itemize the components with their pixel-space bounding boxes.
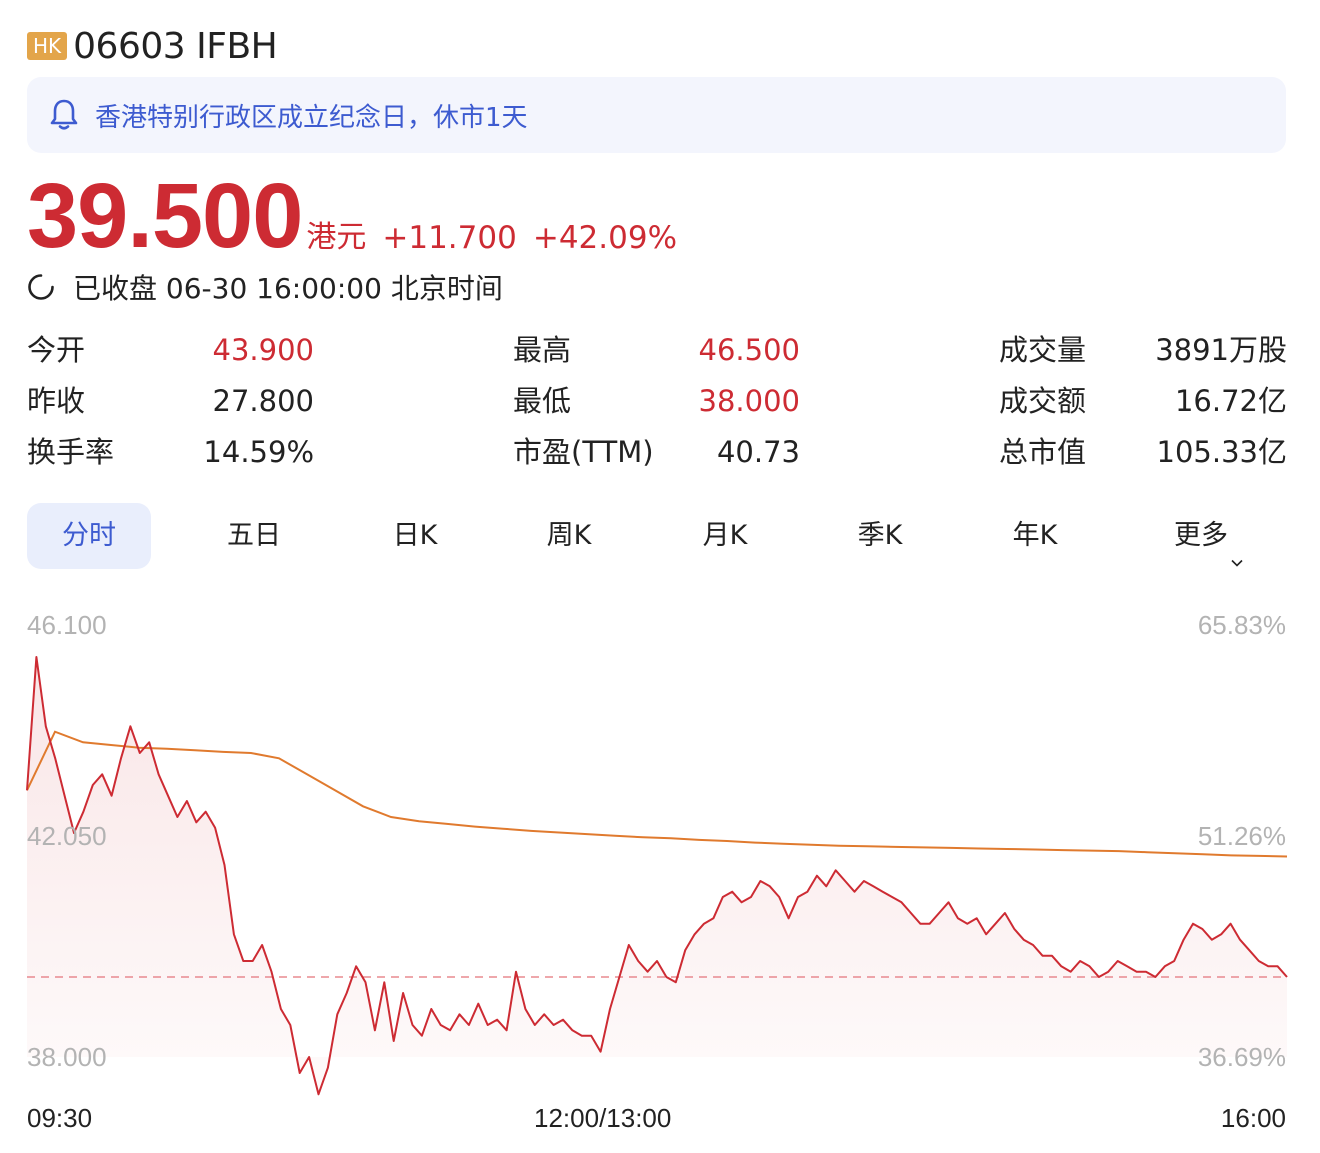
stat-open-value: 43.900 — [212, 333, 314, 367]
stat-high-value: 46.500 — [698, 333, 800, 367]
stat-low-value: 38.000 — [698, 384, 800, 418]
stats-row: 换手率 14.59% 市盈(TTM) 40.73 总市值 105.33亿 — [27, 430, 1287, 481]
intraday-chart[interactable]: 46.100 42.050 38.000 65.83% 51.26% 36.69… — [0, 580, 1320, 1153]
x-label-midday: 12:00/13:00 — [534, 1103, 672, 1133]
tab-more[interactable]: 更多 — [1161, 503, 1257, 569]
stat-open-label: 今开 — [27, 333, 86, 367]
y-label-right-mid: 51.26% — [1197, 821, 1286, 851]
stat-prev-close-label: 昨收 — [27, 384, 86, 418]
stat-low-label: 最低 — [513, 384, 572, 418]
stat-market-cap-label: 总市值 — [999, 435, 1087, 469]
y-label-left-top: 46.100 — [27, 610, 107, 640]
status-text: 已收盘 06-30 16:00:00 北京时间 — [73, 272, 503, 305]
bell-icon — [49, 98, 79, 132]
chart-period-tabs: 分时 五日 日K 周K 月K 季K 年K 更多 — [27, 503, 1287, 569]
tab-monthly-k[interactable]: 月K — [685, 503, 765, 569]
stat-turnover-rate-value: 14.59% — [203, 435, 314, 469]
tab-daily-k[interactable]: 日K — [377, 503, 453, 569]
intraday-chart-svg — [26, 656, 1288, 1096]
notice-text: 香港特别行政区成立纪念日，休市1天 — [95, 102, 528, 133]
tab-quarterly-k[interactable]: 季K — [840, 503, 920, 569]
tab-more-label: 更多 — [1174, 520, 1228, 551]
quote-stats: 今开 43.900 最高 46.500 成交量 3891万股 昨收 27.800… — [27, 328, 1287, 481]
price-row: 39.500 港元 +11.700 +42.09% — [27, 166, 677, 262]
y-label-right-bottom: 36.69% — [1197, 1042, 1286, 1072]
x-label-open: 09:30 — [27, 1103, 93, 1133]
last-price: 39.500 — [27, 165, 303, 267]
chevron-down-icon — [1230, 529, 1244, 567]
stat-pe-value: 40.73 — [716, 435, 800, 469]
stat-turnover-label: 成交额 — [999, 384, 1087, 418]
stats-row: 昨收 27.800 最低 38.000 成交额 16.72亿 — [27, 379, 1287, 430]
tab-five-day[interactable]: 五日 — [221, 503, 287, 569]
tab-weekly-k[interactable]: 周K — [529, 503, 609, 569]
stat-volume-label: 成交量 — [999, 333, 1087, 367]
price-change: +11.700 — [382, 220, 517, 256]
stat-turnover-rate-label: 换手率 — [27, 435, 115, 469]
price-change-percent: +42.09% — [532, 220, 678, 256]
stock-header: HK 06603 IFBH — [27, 25, 278, 67]
stat-prev-close-value: 27.800 — [212, 384, 314, 418]
stat-high-label: 最高 — [513, 333, 572, 367]
tab-intraday[interactable]: 分时 — [27, 503, 151, 569]
y-label-left-bottom: 38.000 — [27, 1042, 107, 1072]
currency: 港元 — [306, 220, 367, 255]
stock-title: 06603 IFBH — [73, 25, 278, 67]
clock-icon — [27, 273, 55, 301]
y-label-left-mid: 42.050 — [27, 821, 107, 851]
y-label-right-top: 65.83% — [1197, 610, 1286, 640]
market-status: 已收盘 06-30 16:00:00 北京时间 — [27, 270, 503, 305]
market-badge: HK — [27, 32, 68, 60]
price-area — [27, 657, 1287, 1095]
stats-row: 今开 43.900 最高 46.500 成交量 3891万股 — [27, 328, 1287, 379]
stat-turnover-value: 16.72亿 — [1174, 384, 1287, 418]
stat-volume-value: 3891万股 — [1155, 333, 1287, 367]
market-notice-banner[interactable]: 香港特别行政区成立纪念日，休市1天 — [27, 77, 1286, 153]
stat-pe-label: 市盈(TTM) — [513, 435, 654, 469]
tab-yearly-k[interactable]: 年K — [995, 503, 1075, 569]
stat-market-cap-value: 105.33亿 — [1156, 435, 1287, 469]
x-label-close: 16:00 — [1220, 1103, 1286, 1133]
